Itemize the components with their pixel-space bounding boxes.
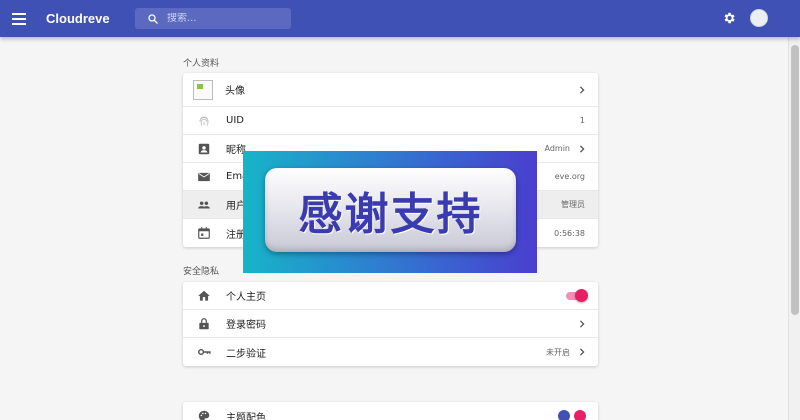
twofa-row[interactable]: 二步验证 未开启 <box>183 338 598 366</box>
mail-icon <box>198 172 210 181</box>
contact-card-icon <box>198 143 210 154</box>
chevron-right-icon <box>579 348 585 356</box>
scrollbar-thumb[interactable] <box>791 45 799 315</box>
homepage-label: 个人主页 <box>226 292 266 303</box>
menu-icon[interactable] <box>12 0 32 37</box>
search-input[interactable] <box>167 13 287 24</box>
gear-icon[interactable] <box>722 11 736 25</box>
fingerprint-icon <box>199 116 209 126</box>
theme-label: 主题配色 <box>226 412 266 420</box>
twofa-value: 未开启 <box>546 347 570 357</box>
uid-row: UID 1 <box>183 107 598 135</box>
app-bar: Cloudreve <box>0 0 800 37</box>
thanks-overlay-banner: 感谢支持 <box>243 151 537 273</box>
thanks-text: 感谢支持 <box>298 189 483 240</box>
theme-row[interactable]: 主题配色 <box>183 402 598 420</box>
toggle-knob <box>575 288 588 302</box>
password-row[interactable]: 登录密码 <box>183 310 598 338</box>
search-icon <box>148 13 158 24</box>
avatar-row[interactable]: 头像 <box>183 73 598 107</box>
security-section-title: 安全隐私 <box>183 267 220 277</box>
key-icon <box>198 348 211 356</box>
avatar-label: 头像 <box>225 86 245 97</box>
twofa-label: 二步验证 <box>226 348 266 360</box>
uid-value: 1 <box>579 116 585 125</box>
avatar-image <box>193 79 213 100</box>
homepage-toggle[interactable] <box>566 288 588 302</box>
thanks-plate: 感谢支持 <box>265 168 516 252</box>
password-label: 登录密码 <box>226 320 266 331</box>
security-card: 个人主页 登录密码 二步验证 未开启 <box>183 282 598 366</box>
color-swatch-secondary[interactable] <box>574 410 586 420</box>
homepage-row[interactable]: 个人主页 <box>183 282 598 310</box>
people-icon <box>198 201 210 208</box>
app-title[interactable]: Cloudreve <box>46 11 110 26</box>
nickname-value: Admin <box>544 144 571 153</box>
theme-card: 主题配色 <box>183 402 598 420</box>
home-icon <box>198 290 210 301</box>
chevron-right-icon <box>579 85 585 94</box>
chevron-right-icon <box>579 144 585 153</box>
email-value: eve.org <box>554 172 585 181</box>
uid-label: UID <box>226 115 244 126</box>
calendar-icon <box>198 227 210 239</box>
chevron-right-icon <box>579 319 585 328</box>
color-swatch-primary[interactable] <box>558 410 570 420</box>
profile-section-title: 个人资料 <box>183 59 220 69</box>
lock-icon <box>199 317 209 329</box>
register-value: 0:56:38 <box>554 228 585 238</box>
scrollbar[interactable] <box>788 37 800 420</box>
group-value: 管理员 <box>561 200 585 209</box>
theme-color-swatches <box>558 410 586 420</box>
palette-icon <box>198 410 210 420</box>
search-box[interactable] <box>135 8 291 29</box>
user-avatar[interactable] <box>750 9 768 27</box>
